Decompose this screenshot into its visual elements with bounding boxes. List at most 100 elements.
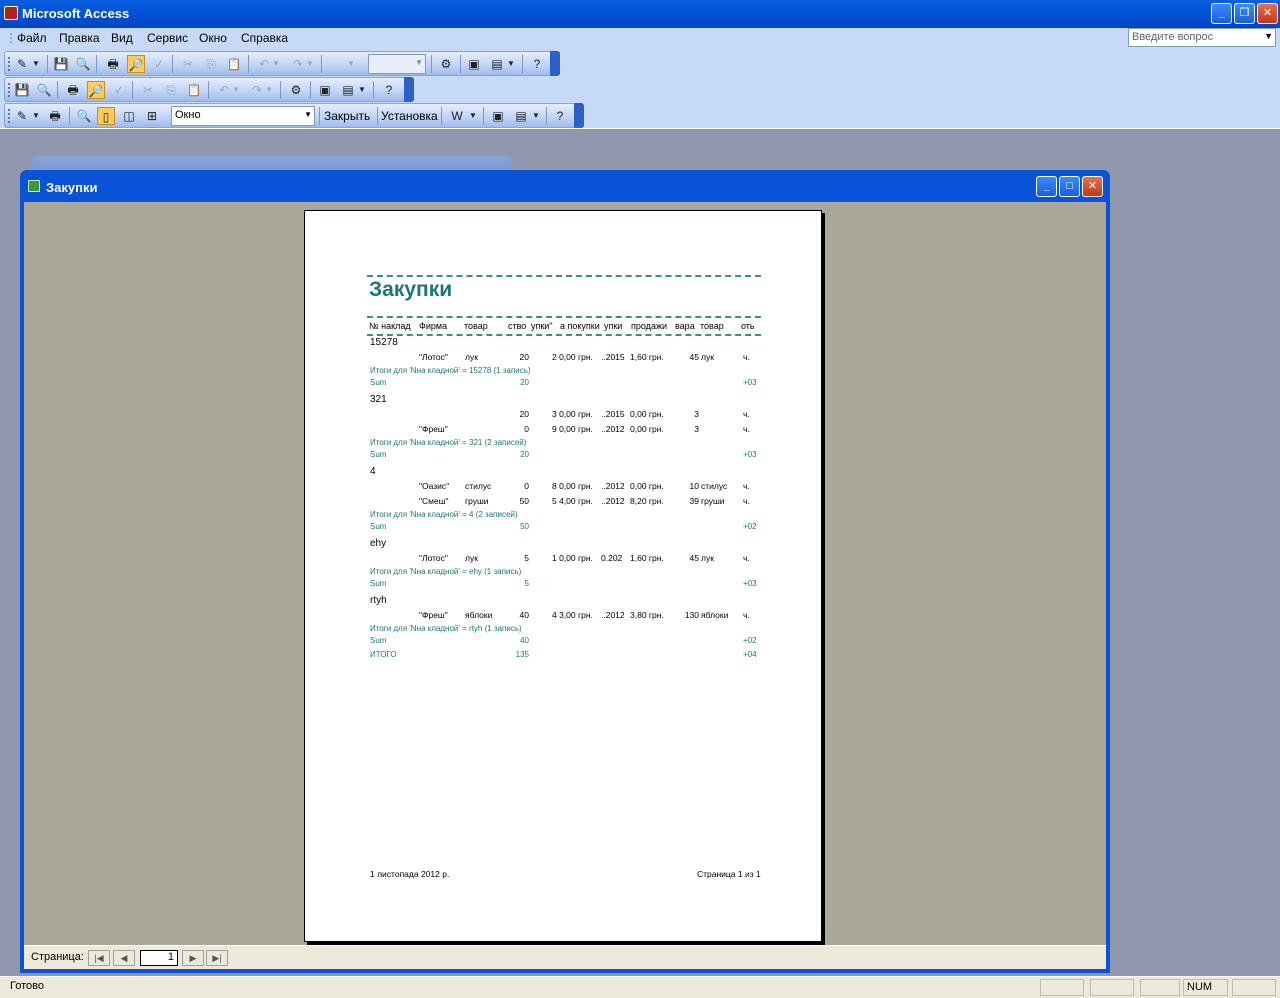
chevron-down-icon[interactable]: ▼ — [506, 55, 516, 73]
new-object-icon[interactable]: ▤ — [488, 55, 506, 73]
prev-page-icon[interactable]: ◀ — [113, 950, 135, 966]
chevron-down-icon[interactable]: ▼ — [357, 81, 367, 99]
save-icon[interactable]: 💾 — [52, 55, 70, 73]
table-cell: ч. — [743, 352, 750, 362]
close-preview-button[interactable]: Закрыть — [324, 109, 370, 123]
paste-icon[interactable]: 📋 — [225, 55, 243, 73]
menu-tools[interactable]: Сервис — [147, 31, 188, 45]
new-object-icon[interactable]: ▤ — [512, 107, 530, 125]
report-title: Закупки — [369, 278, 453, 301]
print-preview-icon[interactable]: 🔎 — [127, 55, 145, 73]
report-window-titlebar[interactable]: Закупки _ □ ✕ — [20, 170, 1110, 202]
print-icon[interactable]: 🖶 — [104, 55, 122, 73]
table-cell: 45 — [689, 553, 699, 563]
copy-icon[interactable]: ⎘ — [162, 81, 180, 99]
table-cell: ч. — [743, 610, 750, 620]
design-view-icon[interactable]: ✎ — [13, 107, 31, 125]
first-page-icon[interactable]: |◀ — [88, 950, 110, 966]
app-restore-button[interactable]: ❐ — [1234, 3, 1255, 24]
last-page-icon[interactable]: ▶| — [206, 950, 228, 966]
cut-icon[interactable]: ✂ — [139, 81, 157, 99]
database-window-icon[interactable]: ▣ — [489, 107, 507, 125]
zoom-combo[interactable]: Окно ▼ — [171, 106, 315, 126]
report-icon — [28, 180, 40, 192]
chevron-down-icon[interactable]: ▼ — [271, 55, 281, 73]
chevron-down-icon[interactable]: ▼ — [531, 107, 541, 125]
design-view-icon[interactable]: ✎ — [13, 55, 31, 73]
app-minimize-button[interactable]: _ — [1211, 3, 1232, 24]
toolbar-grip[interactable] — [8, 109, 11, 123]
one-page-icon[interactable]: ▯ — [97, 107, 115, 125]
copy-icon[interactable]: ⎘ — [202, 55, 220, 73]
chevron-down-icon[interactable]: ▼ — [305, 55, 315, 73]
report-close-button[interactable]: ✕ — [1082, 176, 1103, 197]
table-cell: 0,00 грн. — [630, 424, 664, 434]
toolbar-grip[interactable] — [8, 83, 11, 97]
report-minimize-button[interactable]: _ — [1036, 176, 1057, 197]
file-search-icon[interactable]: 🔍 — [35, 81, 53, 99]
database-window-icon[interactable]: ▣ — [316, 81, 334, 99]
menu-view[interactable]: Вид — [111, 31, 133, 45]
chevron-down-icon[interactable]: ▼ — [345, 55, 357, 73]
spelling-icon[interactable]: ✓ — [150, 55, 168, 73]
table-cell: 8 0,00 грн. — [552, 481, 593, 491]
toolbar-database: ✎ ▼ 💾 🔍 🖶 🔎 ✓ ✂ ⎘ 📋 ↶ ▼ ↷ ▼ ▼ ▼ ⚙ ▣ ▤ ▼ … — [4, 51, 560, 76]
two-pages-icon[interactable]: ◫ — [120, 107, 138, 125]
help-icon[interactable]: ? — [551, 107, 569, 125]
help-icon[interactable]: ? — [528, 55, 546, 73]
ask-question-box[interactable]: Введите вопрос ▼ — [1128, 28, 1276, 47]
table-cell: 0,00 грн. — [630, 409, 664, 419]
print-icon[interactable]: 🖶 — [64, 81, 82, 99]
menu-window[interactable]: Окно — [199, 31, 227, 45]
chevron-down-icon[interactable]: ▼ — [31, 55, 41, 73]
toolbar-options-icon[interactable] — [550, 51, 560, 76]
table-cell: ч. — [743, 481, 750, 491]
help-icon[interactable]: ? — [380, 81, 398, 99]
app-title: Microsoft Access — [22, 6, 130, 21]
zoom-icon[interactable]: 🔍 — [75, 107, 93, 125]
table-cell: 2 0,00 грн. — [552, 352, 593, 362]
properties-icon[interactable]: ⚙ — [287, 81, 305, 99]
sum-end: +03 — [743, 450, 757, 459]
cut-icon[interactable]: ✂ — [179, 55, 197, 73]
office-links-icon[interactable]: W — [448, 107, 466, 125]
page-setup-button[interactable]: Установка — [381, 109, 438, 123]
file-search-icon[interactable]: 🔍 — [74, 55, 92, 73]
report-page[interactable]: Закупки № наклад Фирма товар ство упки" … — [304, 210, 822, 942]
chevron-down-icon[interactable]: ▼ — [1264, 31, 1273, 41]
print-preview-icon[interactable]: 🔎 — [87, 81, 105, 99]
properties-icon[interactable]: ⚙ — [437, 55, 455, 73]
table-cell: 39 — [689, 496, 699, 506]
chevron-down-icon[interactable]: ▼ — [31, 107, 41, 125]
footer-date: 1 листопада 2012 р. — [370, 869, 450, 879]
menu-file[interactable]: Файл — [17, 31, 47, 45]
paste-icon[interactable]: 📋 — [185, 81, 203, 99]
app-close-button[interactable]: ✕ — [1257, 3, 1278, 24]
report-maximize-button[interactable]: □ — [1059, 176, 1080, 197]
disabled-combo[interactable]: ▼ — [368, 54, 426, 74]
menu-help[interactable]: Справка — [241, 31, 288, 45]
table-cell: ..2012 — [601, 496, 625, 506]
spelling-icon[interactable]: ✓ — [110, 81, 128, 99]
group-header: 15278 — [370, 337, 398, 348]
menu-edit[interactable]: Правка — [59, 31, 100, 45]
table-cell: яблоки — [701, 610, 729, 620]
column-header: Фирма — [419, 321, 448, 331]
save-icon[interactable]: 💾 — [13, 81, 31, 99]
table-cell: "Лотос" — [419, 352, 448, 362]
print-icon[interactable]: 🖶 — [46, 107, 64, 125]
chevron-down-icon[interactable]: ▼ — [264, 81, 274, 99]
sum-quantity: 20 — [520, 378, 529, 387]
chevron-down-icon[interactable]: ▼ — [468, 107, 478, 125]
page-number-input[interactable]: 1 — [140, 950, 178, 966]
toolbar-grip[interactable] — [8, 57, 11, 71]
chevron-down-icon[interactable]: ▼ — [231, 81, 241, 99]
multiple-pages-icon[interactable]: ⊞ — [143, 107, 161, 125]
database-window-icon[interactable]: ▣ — [465, 55, 483, 73]
toolbar-options-icon[interactable] — [404, 77, 414, 102]
toolbar-options-icon[interactable] — [574, 103, 584, 128]
new-object-icon[interactable]: ▤ — [339, 81, 357, 99]
column-header: упки — [604, 321, 623, 331]
chevron-down-icon[interactable]: ▼ — [304, 110, 312, 119]
next-page-icon[interactable]: ▶ — [182, 950, 204, 966]
